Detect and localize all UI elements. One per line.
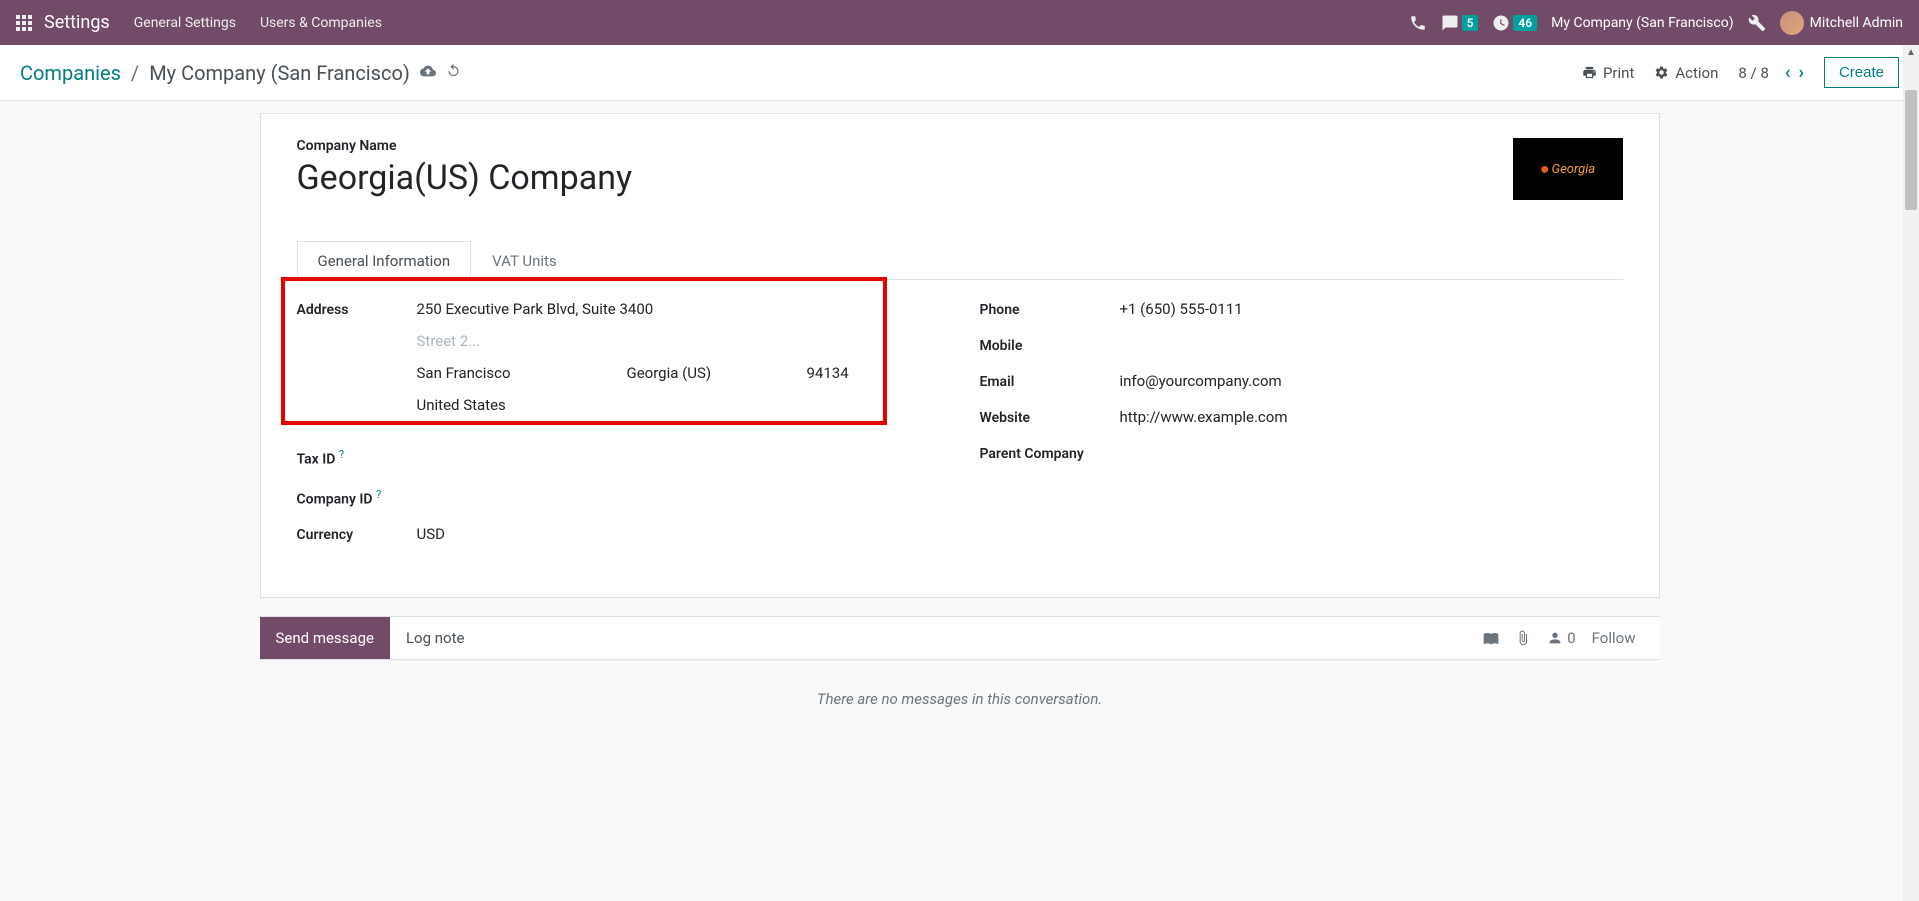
- tab-content: Address 250 Executive Park Blvd, Suite 3…: [297, 280, 1623, 561]
- cloud-upload-icon[interactable]: [420, 63, 436, 83]
- send-message-button[interactable]: Send message: [260, 617, 390, 659]
- parent-company-label: Parent Company: [980, 444, 1120, 462]
- currency-label: Currency: [297, 525, 417, 543]
- city-input[interactable]: San Francisco: [417, 364, 627, 382]
- companyid-help-icon[interactable]: ?: [376, 488, 381, 501]
- menu-general-settings[interactable]: General Settings: [134, 15, 236, 31]
- companyid-label: Company ID ?: [297, 486, 417, 508]
- control-panel: Companies / My Company (San Francisco) P…: [0, 45, 1919, 101]
- pager: 8 / 8: [1738, 64, 1769, 82]
- mobile-label: Mobile: [980, 336, 1120, 354]
- apps-icon[interactable]: [16, 15, 32, 31]
- company-name-label: Company Name: [297, 138, 1513, 154]
- scroll-up-icon[interactable]: ▲: [1906, 47, 1916, 58]
- pager-prev[interactable]: ‹: [1781, 62, 1795, 83]
- action-button[interactable]: Action: [1654, 64, 1718, 82]
- app-brand[interactable]: Settings: [44, 12, 110, 33]
- phone-input[interactable]: +1 (650) 555-0111: [1120, 300, 1623, 318]
- company-logo[interactable]: ●Georgia: [1513, 138, 1623, 200]
- followers-count: 0: [1567, 629, 1575, 647]
- create-button[interactable]: Create: [1824, 57, 1899, 88]
- activities-badge: 46: [1513, 15, 1537, 31]
- address-label: Address: [297, 300, 417, 318]
- website-label: Website: [980, 408, 1120, 426]
- form-sheet: Company Name Georgia(US) Company ●Georgi…: [260, 113, 1660, 598]
- messaging-icon[interactable]: 5: [1441, 14, 1479, 32]
- log-note-button[interactable]: Log note: [390, 617, 480, 659]
- followers-button[interactable]: 0: [1547, 629, 1575, 647]
- state-input[interactable]: Georgia (US): [627, 364, 807, 382]
- taxid-help-icon[interactable]: ?: [339, 448, 344, 461]
- tabs: General Information VAT Units: [297, 240, 1623, 280]
- scrollbar-thumb[interactable]: [1905, 90, 1917, 210]
- activities-button[interactable]: [1483, 630, 1499, 646]
- voip-icon[interactable]: [1409, 14, 1427, 32]
- right-column: Phone +1 (650) 555-0111 Mobile Email inf…: [980, 300, 1623, 561]
- taxid-label: Tax ID ?: [297, 446, 417, 468]
- email-label: Email: [980, 372, 1120, 390]
- currency-input[interactable]: USD: [417, 525, 940, 543]
- chatter-topbar: Send message Log note 0 Follow: [260, 616, 1660, 660]
- pager-next[interactable]: ›: [1795, 62, 1808, 83]
- street-input[interactable]: 250 Executive Park Blvd, Suite 3400: [417, 300, 940, 318]
- messaging-badge: 5: [1462, 15, 1479, 31]
- country-input[interactable]: United States: [417, 396, 940, 414]
- phone-label: Phone: [980, 300, 1120, 318]
- user-name: Mitchell Admin: [1810, 15, 1903, 31]
- avatar: [1780, 11, 1804, 35]
- tab-vat-units[interactable]: VAT Units: [471, 241, 578, 280]
- user-menu[interactable]: Mitchell Admin: [1780, 11, 1903, 35]
- breadcrumb-companies[interactable]: Companies: [20, 61, 121, 85]
- company-switcher[interactable]: My Company (San Francisco): [1551, 15, 1733, 31]
- tab-general-information[interactable]: General Information: [297, 241, 472, 280]
- company-name-value[interactable]: Georgia(US) Company: [297, 158, 1513, 198]
- peach-icon: ●: [1540, 159, 1550, 179]
- activities-icon[interactable]: 46: [1492, 14, 1537, 32]
- discard-icon[interactable]: [446, 63, 461, 82]
- left-column: Address 250 Executive Park Blvd, Suite 3…: [297, 300, 940, 561]
- breadcrumb-current: My Company (San Francisco): [149, 61, 410, 85]
- print-button[interactable]: Print: [1582, 64, 1634, 82]
- email-input[interactable]: info@yourcompany.com: [1120, 372, 1623, 390]
- topbar: Settings General Settings Users & Compan…: [0, 0, 1919, 45]
- menu-users-companies[interactable]: Users & Companies: [260, 15, 382, 31]
- chatter-empty: There are no messages in this conversati…: [260, 660, 1660, 738]
- website-input[interactable]: http://www.example.com: [1120, 408, 1623, 426]
- follow-button[interactable]: Follow: [1592, 629, 1636, 647]
- breadcrumb-sep: /: [131, 61, 139, 85]
- debug-icon[interactable]: [1748, 14, 1766, 32]
- attachments-button[interactable]: [1515, 630, 1531, 646]
- zip-input[interactable]: 94134: [807, 364, 940, 382]
- street2-input[interactable]: Street 2...: [417, 332, 940, 350]
- breadcrumb: Companies / My Company (San Francisco): [20, 61, 461, 85]
